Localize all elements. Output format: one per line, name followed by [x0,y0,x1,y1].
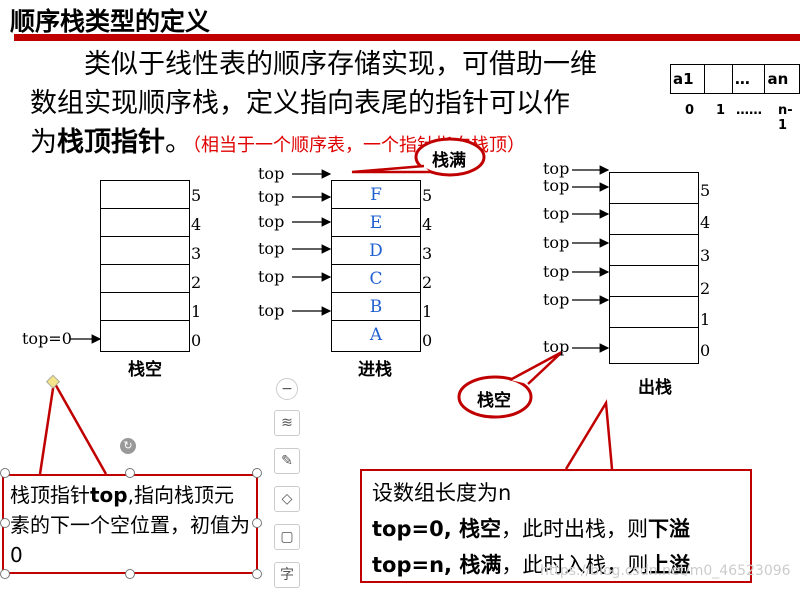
resize-handle[interactable] [0,569,10,579]
empty-bubble-tail [509,350,563,385]
stack-index: 5 [422,186,433,205]
stack-index: 3 [700,246,711,265]
stack-index: 3 [422,244,433,263]
left-callout-tail [38,378,108,475]
stack-index: 1 [191,302,202,321]
stack-index: 4 [191,215,202,234]
top-pointer-label: top=0 [22,329,72,348]
resize-handle[interactable] [0,468,10,478]
top-pointer-label: top [543,176,570,195]
note-box-left[interactable]: 栈顶指针top,指向栈顶元素的下一个空位置，初值为0 [2,474,258,574]
brush-icon[interactable]: ✎ [274,448,300,474]
resize-handle[interactable] [125,468,135,478]
stack-cell [101,321,189,349]
note-right-bold: top=n, 栈满 [372,553,502,577]
text-style-icon[interactable]: 字 [274,562,300,588]
stack-index: 3 [191,244,202,263]
note-left-bold: top [90,483,128,507]
top-pointer-label: top [258,267,285,286]
stack-index: 4 [700,213,711,232]
top-pointer-label: top [543,233,570,252]
stack-cell [101,265,189,293]
collapse-icon[interactable]: − [276,378,298,400]
stack-cell: A [369,325,383,345]
stack-cell [610,297,698,328]
stack-pop-caption: 出栈 [638,378,672,398]
stack-index: 0 [422,331,433,350]
resize-handle[interactable] [0,518,10,528]
stack-index: 0 [191,331,202,350]
top-pointer-label: top [543,204,570,223]
stack-cell [610,328,698,361]
top-pointer-label: top [258,187,285,206]
stack-pop [609,172,699,364]
stack-cell: C [332,265,420,293]
stack-empty-caption: 栈空 [128,360,162,380]
top-pointer-label: top [258,212,285,231]
top-pointer-label: top [543,290,570,309]
stack-cell: D [332,237,420,265]
stack-cell [101,293,189,321]
note-right-line-1: 设数组长度为n [372,481,512,505]
resize-handle[interactable] [252,569,262,579]
stack-cell [610,204,698,235]
stack-index: 4 [422,215,433,234]
top-pointer-label: top [543,337,570,356]
stack-cell [101,181,189,209]
stack-index: 0 [700,341,711,360]
stack-cell [610,266,698,297]
resize-handle[interactable] [252,518,262,528]
border-icon[interactable]: ▢ [274,524,300,550]
full-bubble-tail [351,164,430,174]
stack-index: 2 [422,273,433,292]
note-right-bold: top=0, 栈空 [372,517,501,541]
stack-index: 2 [191,273,202,292]
empty-bubble-text: 栈空 [477,391,511,411]
stack-index: 1 [422,302,433,321]
note-right-text: ，此时出栈，则 [501,517,648,541]
stack-index: 2 [700,279,711,298]
stack-cell [101,237,189,265]
fill-icon[interactable]: ◇ [274,486,300,512]
top-pointer-label: top [543,262,570,281]
top-pointer-label: top [258,239,285,258]
stack-index: 5 [700,181,711,200]
top-pointer-label: top [258,301,285,320]
rotate-handle-icon[interactable]: ↻ [120,438,136,454]
stack-cell: F [332,181,420,209]
layers-icon[interactable]: ≋ [274,410,300,436]
stack-index: 1 [700,310,711,329]
note-right-bold: 下溢 [648,517,690,541]
resize-handle[interactable] [125,569,135,579]
stack-empty [100,180,190,352]
resize-handle[interactable] [252,468,262,478]
stack-cell [610,173,698,204]
note-left-text-1: 栈顶指针 [10,483,90,507]
stack-cell: B [332,293,420,321]
full-bubble-text: 栈满 [432,151,466,171]
stack-cell: E [332,209,420,237]
stack-push-caption: 进栈 [358,360,392,380]
right-callout-tail [564,399,614,470]
stack-index: 5 [191,186,202,205]
watermark: https://blog.csdn.net/m0_46523096 [540,563,791,579]
stack-cell [610,235,698,266]
stack-push: F E D C B A [331,180,421,352]
note-right-line-2: top=0, 栈空，此时出栈，则下溢 [372,511,740,547]
top-pointer-label: top [258,164,285,183]
stack-cell [101,209,189,237]
